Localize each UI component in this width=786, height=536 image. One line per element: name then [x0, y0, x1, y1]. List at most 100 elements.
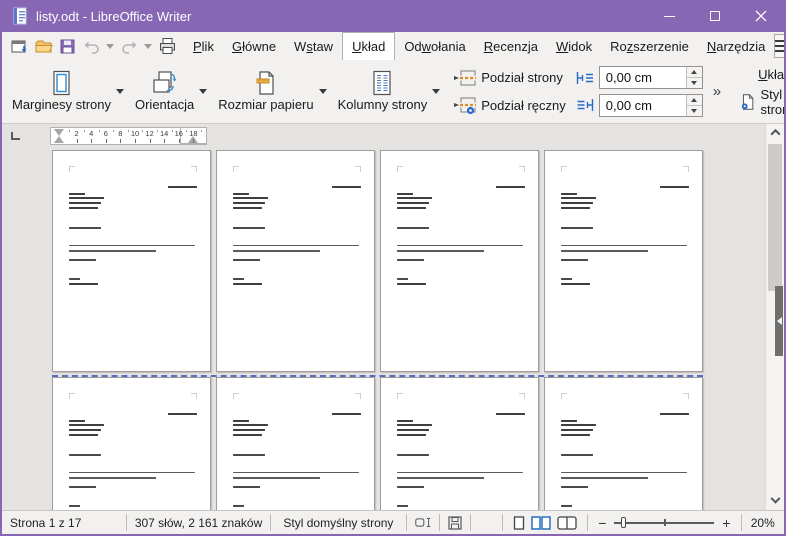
chevron-down-icon[interactable] — [432, 89, 440, 94]
zoom-level-status[interactable]: 20% — [742, 511, 785, 534]
tab-wstaw[interactable]: Wstaw — [285, 32, 342, 60]
page-margins-icon — [48, 70, 74, 97]
redo-icon[interactable] — [118, 35, 140, 57]
spacing-above-icon — [576, 70, 594, 86]
word-count-status[interactable]: 307 słów, 2 161 znaków — [127, 511, 270, 534]
page-thumbnail — [380, 377, 539, 510]
page-break-label: Podział strony — [481, 70, 563, 85]
save-icon[interactable] — [56, 35, 78, 57]
page-break-button[interactable]: Podział strony — [453, 68, 566, 88]
zoom-slider-thumb[interactable] — [621, 517, 626, 528]
tab-rozszerzenie[interactable]: Rozszerzenie — [601, 32, 698, 60]
orientation-label: Orientacja — [135, 97, 194, 112]
spacing-above-stepper — [686, 67, 702, 88]
page-margins-label: Marginesy strony — [12, 97, 111, 112]
maximize-button[interactable] — [692, 0, 738, 32]
zoom-out-button[interactable]: − — [596, 515, 608, 531]
sidebar-show-handle[interactable] — [775, 286, 783, 356]
close-icon — [755, 10, 767, 22]
manual-break-label: Podział ręczny — [481, 98, 566, 113]
ruler-number: 6 — [104, 129, 108, 138]
step-down-button[interactable] — [687, 105, 702, 116]
tab-stop-selector-icon[interactable] — [11, 132, 20, 140]
step-down-button[interactable] — [687, 77, 702, 88]
page-thumbnail — [216, 377, 375, 510]
tab-recenzja[interactable]: Recenzja — [475, 32, 547, 60]
paper-size-icon — [253, 70, 279, 97]
writer-document-icon — [12, 7, 28, 25]
ruler-number: 16 — [175, 129, 183, 138]
tab-widok[interactable]: Widok — [547, 32, 601, 60]
new-document-icon[interactable] — [8, 35, 30, 57]
tab-odwolania[interactable]: Odwołania — [395, 32, 474, 60]
page-style-icon — [740, 92, 755, 112]
tab-plik[interactable]: Plik — [184, 32, 223, 60]
save-status-icon — [448, 516, 462, 530]
book-view-icon[interactable] — [557, 516, 577, 530]
page-style-label: Styl strony — [760, 87, 786, 117]
multi-page-view-icon[interactable] — [531, 516, 551, 530]
ruler-number: 10 — [131, 129, 139, 138]
page-thumbnail — [216, 150, 375, 372]
tab-glowne[interactable]: Główne — [223, 32, 285, 60]
spacing-above-input[interactable] — [600, 67, 686, 88]
paper-size-button[interactable]: Rozmiar papieru — [212, 60, 331, 123]
layout-group: Układ Styl strony — [734, 60, 786, 123]
chevron-down-icon[interactable] — [116, 89, 124, 94]
page-break-indicator — [52, 375, 703, 377]
chevron-down-icon[interactable] — [319, 89, 327, 94]
step-up-button[interactable] — [687, 67, 702, 77]
zoom-control: − + — [588, 515, 740, 531]
page-thumbnail — [544, 377, 703, 510]
minimize-icon — [664, 16, 675, 17]
single-page-view-icon[interactable] — [513, 516, 525, 530]
page-thumbnail — [52, 150, 211, 372]
scroll-down-button[interactable] — [766, 493, 784, 510]
tab-narzedzia[interactable]: Narzędzia — [698, 32, 775, 60]
ruler-number: 12 — [145, 129, 153, 138]
print-icon[interactable] — [156, 35, 178, 57]
close-button[interactable] — [738, 0, 784, 32]
manual-break-button[interactable]: Podział ręczny — [453, 95, 566, 115]
page-style-button[interactable]: Styl strony — [740, 87, 786, 117]
spacing-below-input[interactable] — [600, 95, 686, 116]
orientation-button[interactable]: Orientacja — [129, 60, 212, 123]
ruler-number: 4 — [89, 129, 93, 138]
minimize-button[interactable] — [646, 0, 692, 32]
scroll-up-button[interactable] — [766, 124, 784, 141]
page-thumbnail — [52, 377, 211, 510]
spacing-below-icon — [576, 97, 594, 113]
zoom-slider[interactable] — [614, 516, 714, 529]
document-view[interactable] — [2, 148, 784, 510]
ruler-number: 8 — [118, 129, 122, 138]
first-line-indent-marker[interactable] — [54, 129, 64, 136]
page-number-status[interactable]: Strona 1 z 17 — [2, 511, 126, 534]
save-status-button[interactable] — [439, 511, 469, 534]
page-columns-button[interactable]: Kolumny strony — [332, 60, 446, 123]
chevron-down-icon — [144, 44, 152, 49]
selection-mode-icon — [415, 516, 431, 529]
maximize-icon — [710, 11, 720, 21]
horizontal-ruler[interactable]: 24681012141618 — [50, 127, 207, 145]
redo-dropdown-icon[interactable] — [142, 35, 154, 57]
hamburger-icon[interactable] — [774, 34, 786, 58]
chevron-down-icon — [770, 494, 780, 504]
layout-menu-button[interactable]: Układ — [758, 67, 786, 82]
ruler-row: 24681012141618 — [2, 124, 784, 148]
undo-icon[interactable] — [80, 35, 102, 57]
scrollbar-thumb[interactable] — [768, 144, 782, 291]
open-icon[interactable] — [32, 35, 54, 57]
page-style-status[interactable]: Styl domyślny strony — [271, 511, 406, 534]
hanging-indent-marker[interactable] — [54, 136, 64, 143]
page-margins-button[interactable]: Marginesy strony — [6, 60, 129, 123]
undo-dropdown-icon[interactable] — [104, 35, 116, 57]
window-title: listy.odt - LibreOffice Writer — [36, 9, 646, 24]
chevron-down-icon[interactable] — [199, 89, 207, 94]
selection-mode-button[interactable] — [407, 511, 439, 534]
ribbon-expand-button[interactable]: » — [705, 77, 730, 106]
tab-uklad[interactable]: Układ — [342, 32, 395, 60]
spacing-below-field — [576, 94, 703, 117]
ruler-number: 2 — [75, 129, 79, 138]
zoom-in-button[interactable]: + — [720, 515, 732, 531]
step-up-button[interactable] — [687, 95, 702, 105]
